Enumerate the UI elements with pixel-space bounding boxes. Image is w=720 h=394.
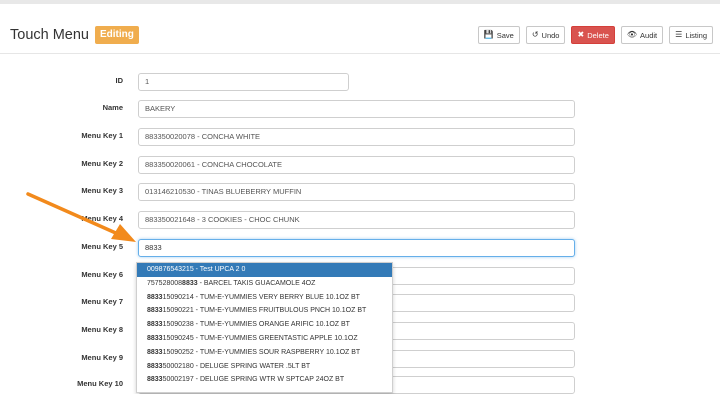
- delete-button-label: Delete: [587, 30, 609, 40]
- menu-key-8-label: Menu Key 8: [81, 325, 123, 334]
- menu-key-2-label: Menu Key 2: [81, 159, 123, 168]
- page-header: Touch Menu Editing: [10, 25, 139, 45]
- item-match: 8833: [147, 348, 163, 356]
- listing-button-label: Listing: [685, 30, 707, 40]
- status-badge: Editing: [95, 26, 139, 44]
- top-bar: [0, 0, 720, 4]
- list-icon: ☰: [675, 30, 683, 39]
- id-row: ID 1: [0, 73, 720, 91]
- item-text: 50002180 - DELUGE SPRING WATER .5LT BT: [162, 362, 311, 370]
- item-text: 15090252 - TUM-E-YUMMIES SOUR RASPBERRY …: [162, 348, 361, 356]
- item-text: 009876543215 - Test UPCA 2 0: [147, 266, 246, 273]
- toolbar: 💾 Save ↺ Undo ✖ Delete 👁 Audit ☰ Listing: [477, 26, 713, 44]
- item-match: 8833: [147, 307, 163, 315]
- listing-button[interactable]: ☰ Listing: [669, 26, 713, 44]
- autocomplete-item[interactable]: 009876543215 - Test UPCA 2 0: [137, 263, 392, 277]
- page-title: Touch Menu: [10, 27, 89, 43]
- autocomplete-item[interactable]: 883350002197 - DELUGE SPRING WTR W SPTCA…: [137, 373, 392, 387]
- menu-key-4-label: Menu Key 4: [81, 214, 123, 223]
- autocomplete-item[interactable]: 883315090214 - TUM-E-YUMMIES VERY BERRY …: [137, 291, 392, 305]
- menu-key-4-field[interactable]: 883350021648 - 3 COOKIES - CHOC CHUNK: [138, 211, 575, 229]
- floppy-icon: 💾: [483, 30, 494, 39]
- delete-button[interactable]: ✖ Delete: [571, 26, 615, 44]
- save-button[interactable]: 💾 Save: [477, 26, 520, 44]
- autocomplete-item[interactable]: 7575280088833 - BARCEL TAKIS GUACAMOLE 4…: [137, 277, 392, 291]
- item-text: 757528008: [147, 279, 183, 287]
- id-field[interactable]: 1: [138, 73, 349, 91]
- item-match: 8833: [147, 334, 163, 342]
- menu-key-1-field[interactable]: 883350020078 - CONCHA WHITE: [138, 128, 575, 146]
- x-icon: ✖: [577, 30, 585, 39]
- item-match: 8833: [147, 293, 163, 301]
- autocomplete-dropdown: 009876543215 - Test UPCA 2 0 75752800888…: [136, 262, 393, 393]
- name-field[interactable]: BAKERY: [138, 100, 575, 118]
- name-label: Name: [102, 103, 123, 112]
- menu-key-row: Menu Key 3 013146210530 - TINAS BLUEBERR…: [0, 183, 720, 201]
- item-text: 15090238 - TUM-E-YUMMIES ORANGE ARIFIC 1…: [162, 321, 350, 329]
- item-text: - BARCEL TAKIS GUACAMOLE 4OZ: [197, 279, 316, 287]
- name-row: Name BAKERY: [0, 100, 720, 118]
- menu-key-2-field[interactable]: 883350020061 - CONCHA CHOCOLATE: [138, 156, 575, 174]
- audit-button[interactable]: 👁 Audit: [620, 26, 664, 44]
- audit-button-label: Audit: [640, 30, 658, 40]
- menu-key-9-label: Menu Key 9: [81, 353, 123, 362]
- menu-key-row: Menu Key 4 883350021648 - 3 COOKIES - CH…: [0, 211, 720, 229]
- autocomplete-item[interactable]: 883315090252 - TUM-E-YUMMIES SOUR RASPBE…: [137, 346, 392, 360]
- item-text: 15090221 - TUM-E-YUMMIES FRUITBULOUS PNC…: [162, 307, 367, 315]
- menu-key-10-label: Menu Key 10: [77, 379, 123, 388]
- autocomplete-item[interactable]: 883350002180 - DELUGE SPRING WATER .5LT …: [137, 360, 392, 374]
- item-text: 50002197 - DELUGE SPRING WTR W SPTCAP 24…: [162, 376, 345, 384]
- menu-key-5-label: Menu Key 5: [81, 242, 123, 251]
- item-match: 8833: [147, 376, 163, 384]
- autocomplete-item[interactable]: 883315090221 - TUM-E-YUMMIES FRUITBULOUS…: [137, 304, 392, 318]
- header-divider: [0, 53, 720, 54]
- menu-key-3-field[interactable]: 013146210530 - TINAS BLUEBERRY MUFFIN: [138, 183, 575, 201]
- undo-button[interactable]: ↺ Undo: [525, 26, 566, 44]
- item-match: 8833: [147, 321, 163, 329]
- eye-icon: 👁: [626, 30, 638, 39]
- menu-key-row: Menu Key 1 883350020078 - CONCHA WHITE: [0, 128, 720, 146]
- menu-key-3-label: Menu Key 3: [81, 186, 123, 195]
- menu-key-row: Menu Key 2 883350020061 - CONCHA CHOCOLA…: [0, 156, 720, 174]
- item-match: 8833: [147, 362, 163, 370]
- autocomplete-item[interactable]: 883315090238 - TUM-E-YUMMIES ORANGE ARIF…: [137, 318, 392, 332]
- item-text: 15090245 - TUM-E-YUMMIES GREENTASTIC APP…: [162, 334, 358, 342]
- undo-button-label: Undo: [541, 30, 560, 40]
- menu-key-row: Menu Key 5 8833: [0, 239, 720, 257]
- id-label: ID: [115, 76, 124, 85]
- menu-key-1-label: Menu Key 1: [81, 131, 123, 140]
- item-text: 15090214 - TUM-E-YUMMIES VERY BERRY BLUE…: [162, 293, 360, 301]
- undo-icon: ↺: [531, 30, 539, 39]
- menu-key-5-field[interactable]: 8833: [138, 239, 575, 257]
- menu-key-6-label: Menu Key 6: [81, 270, 123, 279]
- item-match: 8833: [182, 279, 198, 287]
- save-button-label: Save: [496, 30, 514, 40]
- menu-key-7-label: Menu Key 7: [81, 297, 123, 306]
- autocomplete-item[interactable]: 883315090245 - TUM-E-YUMMIES GREENTASTIC…: [137, 332, 392, 346]
